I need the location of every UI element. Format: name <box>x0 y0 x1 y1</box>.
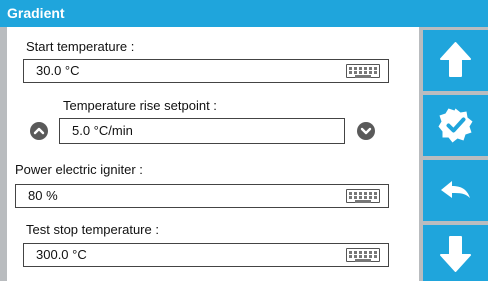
temperature-rise-field[interactable]: 5.0 °C/min <box>59 118 345 144</box>
scroll-down-button[interactable] <box>423 225 488 281</box>
stop-temperature-field[interactable]: 300.0 °C <box>23 243 389 267</box>
chevron-down-icon[interactable] <box>357 122 375 140</box>
back-arrow-icon <box>441 181 470 198</box>
arrow-up-icon <box>440 42 471 77</box>
keyboard-icon[interactable] <box>346 64 380 78</box>
chevron-up-icon[interactable] <box>30 122 48 140</box>
validate-button[interactable] <box>423 95 488 156</box>
power-igniter-value: 80 % <box>28 188 58 203</box>
temperature-rise-value: 5.0 °C/min <box>72 123 133 138</box>
check-badge-icon <box>438 108 473 143</box>
start-temperature-value: 30.0 °C <box>36 63 80 78</box>
form-panel: Start temperature : 30.0 °C Temperature … <box>7 27 419 281</box>
keyboard-icon[interactable] <box>346 248 380 262</box>
stop-temperature-value: 300.0 °C <box>36 247 87 262</box>
power-igniter-field[interactable]: 80 % <box>15 184 389 208</box>
start-temperature-field[interactable]: 30.0 °C <box>23 59 389 83</box>
arrow-down-icon <box>440 236 471 272</box>
temperature-rise-label: Temperature rise setpoint : <box>63 98 217 113</box>
keyboard-icon[interactable] <box>346 189 380 203</box>
scroll-up-button[interactable] <box>423 30 488 91</box>
window-title: Gradient <box>0 0 488 27</box>
stop-temperature-label: Test stop temperature : <box>26 222 159 237</box>
back-button[interactable] <box>423 160 488 221</box>
power-igniter-label: Power electric igniter : <box>15 162 143 177</box>
start-temperature-label: Start temperature : <box>26 39 135 54</box>
